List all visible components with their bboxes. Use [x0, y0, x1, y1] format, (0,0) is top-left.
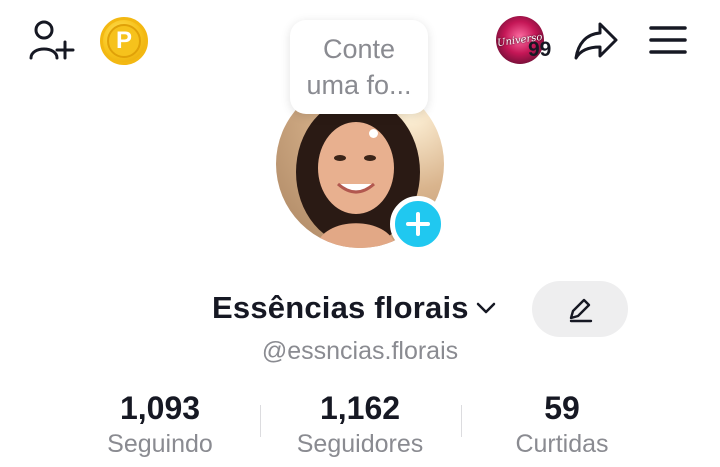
add-friend-icon[interactable]: [24, 16, 78, 64]
stat-likes-value: 59: [544, 390, 580, 426]
stat-divider: [260, 405, 261, 437]
stat-followers-value: 1,162: [319, 390, 401, 426]
chevron-down-icon[interactable]: [473, 295, 499, 321]
add-avatar-button[interactable]: [390, 196, 446, 252]
stat-followers[interactable]: 1,162 Seguidores: [280, 390, 440, 460]
edit-profile-button[interactable]: [532, 281, 628, 337]
stat-divider: [461, 405, 462, 437]
display-name: Essências florais: [212, 290, 469, 325]
bio-prompt-bubble[interactable]: Conte uma fo...: [290, 20, 428, 114]
display-name-row: Essências florais: [212, 290, 499, 326]
stat-following[interactable]: 1,093 Seguindo: [90, 390, 230, 460]
stat-followers-label: Seguidores: [296, 430, 424, 458]
username: @essncias.florais: [0, 337, 720, 366]
stat-following-label: Seguindo: [107, 430, 213, 458]
stat-following-value: 1,093: [119, 390, 201, 426]
story-count-badge: 99: [528, 38, 552, 61]
share-icon[interactable]: [570, 16, 622, 64]
pencil-icon: [569, 298, 593, 323]
stat-likes[interactable]: 59 Curtidas: [500, 390, 624, 460]
stat-likes-label: Curtidas: [515, 430, 609, 458]
menu-icon[interactable]: [644, 16, 692, 64]
username-text: @essncias.florais: [261, 337, 459, 365]
profile-page: P Universo 99 Conte uma fo... Essências …: [0, 0, 720, 467]
bio-prompt-text: Conte uma fo...: [306, 34, 412, 100]
bubble-pointer: [369, 129, 378, 138]
coin-letter: P: [107, 24, 141, 58]
coin-icon[interactable]: P: [100, 17, 148, 65]
plus-icon: [406, 212, 430, 236]
